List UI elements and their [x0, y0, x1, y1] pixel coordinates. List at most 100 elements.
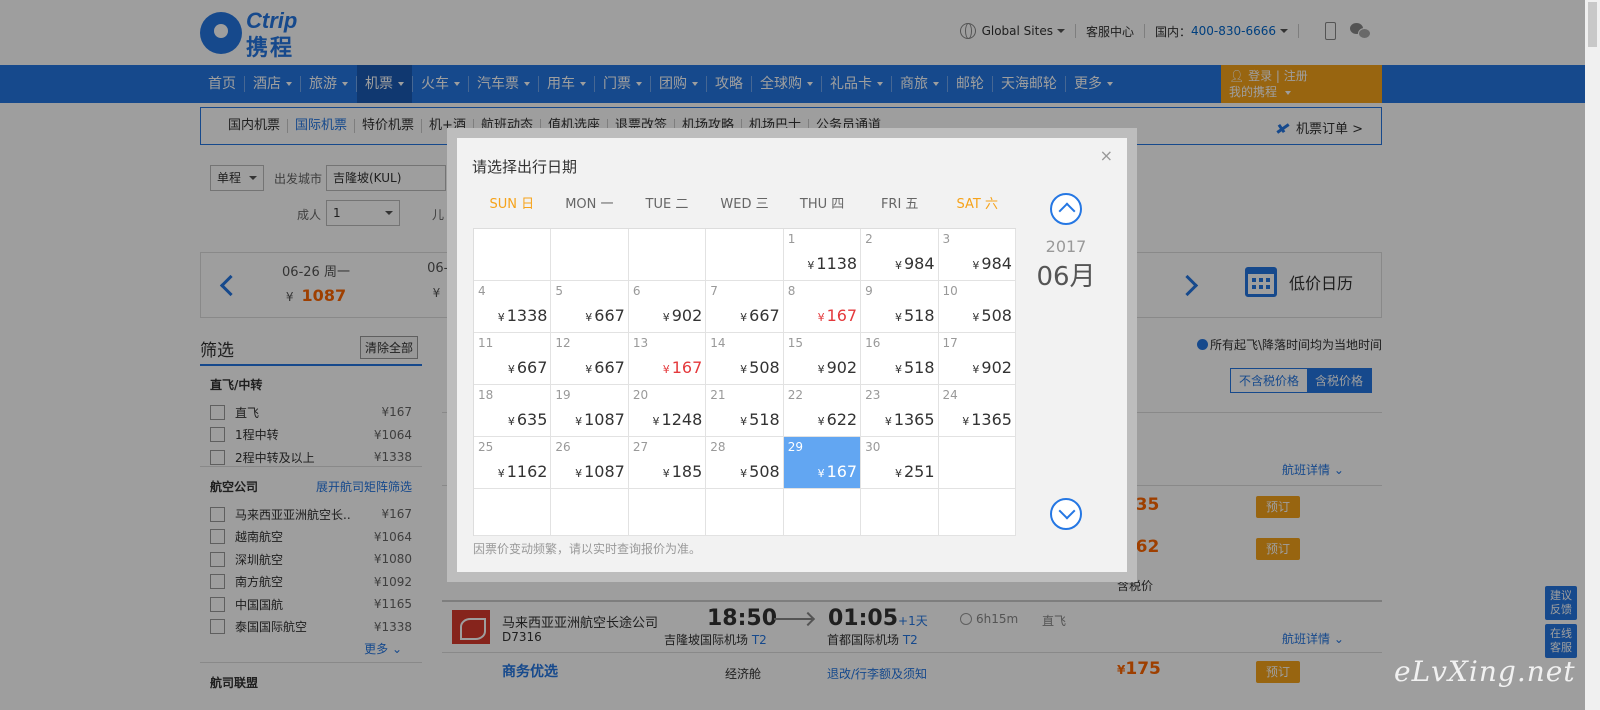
- calendar-day[interactable]: 21 ¥518: [706, 385, 784, 437]
- calendar-day-empty: [551, 229, 629, 281]
- day-price-value: 622: [826, 410, 858, 429]
- day-price-value: 167: [826, 306, 858, 325]
- day-price-value: 984: [981, 254, 1012, 273]
- yen-symbol: ¥: [817, 363, 825, 376]
- day-price-value: 1087: [584, 462, 625, 481]
- calendar-day-empty: [783, 489, 862, 536]
- weekday-label: SUN 日: [489, 197, 535, 212]
- day-price-value: 635: [516, 410, 548, 429]
- calendar-day[interactable]: 22 ¥622: [783, 385, 862, 437]
- calendar-day[interactable]: 14 ¥508: [706, 333, 784, 385]
- day-price-value: 518: [903, 358, 935, 377]
- yen-symbol: ¥: [884, 415, 892, 428]
- day-price: ¥1087: [575, 410, 625, 429]
- calendar-day[interactable]: 12 ¥667: [551, 333, 629, 385]
- calendar-day[interactable]: 1 ¥1138: [783, 229, 862, 281]
- calendar-day[interactable]: 11 ¥667: [474, 333, 552, 385]
- calendar-day[interactable]: 2 ¥984: [861, 229, 939, 281]
- calendar-day-empty: [706, 229, 784, 281]
- calendar-day[interactable]: 3 ¥984: [938, 229, 1016, 281]
- calendar-day-empty: [938, 489, 1016, 536]
- calendar-day[interactable]: 10 ¥508: [938, 281, 1016, 333]
- day-price: ¥1138: [807, 254, 857, 273]
- calendar-grid: SUN 日 MON 一 TUE 二 WED 三 THU 四 FRI 五 SAT 六 1 ¥11…: [473, 193, 1016, 536]
- day-price: ¥167: [818, 462, 858, 481]
- calendar-day[interactable]: 15 ¥902: [783, 333, 862, 385]
- yen-symbol: ¥: [662, 467, 670, 480]
- day-number: 5: [555, 284, 564, 298]
- yen-symbol: ¥: [575, 415, 583, 428]
- calendar-day[interactable]: 17 ¥902: [938, 333, 1016, 385]
- calendar-week-row: 11 ¥667 12 ¥667 13 ¥167 14 ¥508 15 ¥902 16 ¥518 17 ¥9…: [474, 333, 1016, 385]
- calendar-day[interactable]: 26 ¥1087: [551, 437, 629, 489]
- day-number: 20: [632, 388, 649, 402]
- day-price-value: 1138: [816, 254, 858, 273]
- day-price-value: 518: [903, 306, 935, 325]
- day-price: ¥902: [972, 358, 1012, 377]
- day-price-value: 518: [749, 410, 780, 429]
- day-price-value: 1338: [506, 306, 548, 325]
- yen-symbol: ¥: [740, 415, 748, 428]
- day-price: ¥167: [818, 306, 858, 325]
- weekday-label: MON 一: [565, 197, 614, 212]
- calendar-day[interactable]: 4 ¥1338: [474, 281, 552, 333]
- calendar-day[interactable]: 29 ¥167: [783, 437, 862, 489]
- yen-symbol: ¥: [972, 259, 980, 272]
- day-price-value: 667: [594, 306, 625, 325]
- weekday-label: THU 四: [799, 197, 845, 212]
- yen-symbol: ¥: [585, 363, 593, 376]
- day-price-value: 1162: [506, 462, 548, 481]
- day-price-value: 508: [749, 358, 780, 377]
- day-number: 26: [555, 440, 571, 454]
- calendar-day[interactable]: 23 ¥1365: [861, 385, 939, 437]
- calendar-day[interactable]: 30 ¥251: [861, 437, 939, 489]
- day-price: ¥508: [740, 358, 780, 377]
- calendar-day-empty: [551, 489, 629, 536]
- calendar-day[interactable]: 7 ¥667: [706, 281, 784, 333]
- yen-symbol: ¥: [807, 259, 815, 272]
- day-price: ¥622: [818, 410, 858, 429]
- day-number: 29: [787, 440, 803, 454]
- day-number: 19: [555, 388, 571, 402]
- day-price-value: 1087: [584, 410, 625, 429]
- calendar-week-row: [474, 489, 1016, 536]
- calendar-day[interactable]: 18 ¥635: [474, 385, 552, 437]
- day-price-value: 167: [826, 462, 858, 481]
- yen-symbol: ¥: [894, 467, 902, 480]
- scrollbar[interactable]: [1585, 0, 1600, 710]
- calendar-day[interactable]: 27 ¥185: [628, 437, 707, 489]
- calendar-day[interactable]: 9 ¥518: [861, 281, 939, 333]
- day-price: ¥635: [508, 410, 548, 429]
- next-month-down-icon[interactable]: [1050, 498, 1082, 530]
- day-price-value: 1365: [893, 410, 935, 429]
- close-icon[interactable]: ×: [1100, 146, 1113, 165]
- calendar-day-empty: [706, 489, 784, 536]
- day-price: ¥1365: [885, 410, 935, 429]
- calendar-day[interactable]: 13 ¥167: [628, 333, 707, 385]
- calendar-day[interactable]: 24 ¥1365: [938, 385, 1016, 437]
- calendar-day[interactable]: 19 ¥1087: [551, 385, 629, 437]
- prev-month-up-icon[interactable]: [1050, 193, 1082, 225]
- yen-symbol: ¥: [817, 415, 825, 428]
- scrollbar-thumb[interactable]: [1588, 2, 1597, 47]
- day-price-value: 667: [749, 306, 780, 325]
- yen-symbol: ¥: [497, 467, 505, 480]
- calendar-day-empty: [628, 229, 707, 281]
- day-number: 10: [942, 284, 958, 298]
- day-number: 15: [787, 336, 803, 350]
- calendar-day[interactable]: 5 ¥667: [551, 281, 629, 333]
- yen-symbol: ¥: [972, 363, 980, 376]
- calendar-day[interactable]: 28 ¥508: [706, 437, 784, 489]
- day-price-value: 508: [981, 306, 1012, 325]
- calendar-day[interactable]: 20 ¥1248: [628, 385, 707, 437]
- calendar-day[interactable]: 16 ¥518: [861, 333, 939, 385]
- calendar-day[interactable]: 25 ¥1162: [474, 437, 552, 489]
- day-price-value: 667: [516, 358, 548, 377]
- calendar-day[interactable]: 6 ¥902: [628, 281, 707, 333]
- calendar-day[interactable]: 8 ¥167: [783, 281, 862, 333]
- month-navigation: 2017 06月: [1016, 193, 1116, 538]
- calendar-week-row: 18 ¥635 19 ¥1087 20 ¥1248 21 ¥518 22 ¥622 23 ¥1365 2…: [474, 385, 1016, 437]
- yen-symbol: ¥: [575, 467, 583, 480]
- date-picker-modal: 请选择出行日期 × SUN 日 MON 一 TUE 二 WED 三 THU 四 FRI 五…: [457, 138, 1127, 572]
- day-price-value: 251: [903, 462, 935, 481]
